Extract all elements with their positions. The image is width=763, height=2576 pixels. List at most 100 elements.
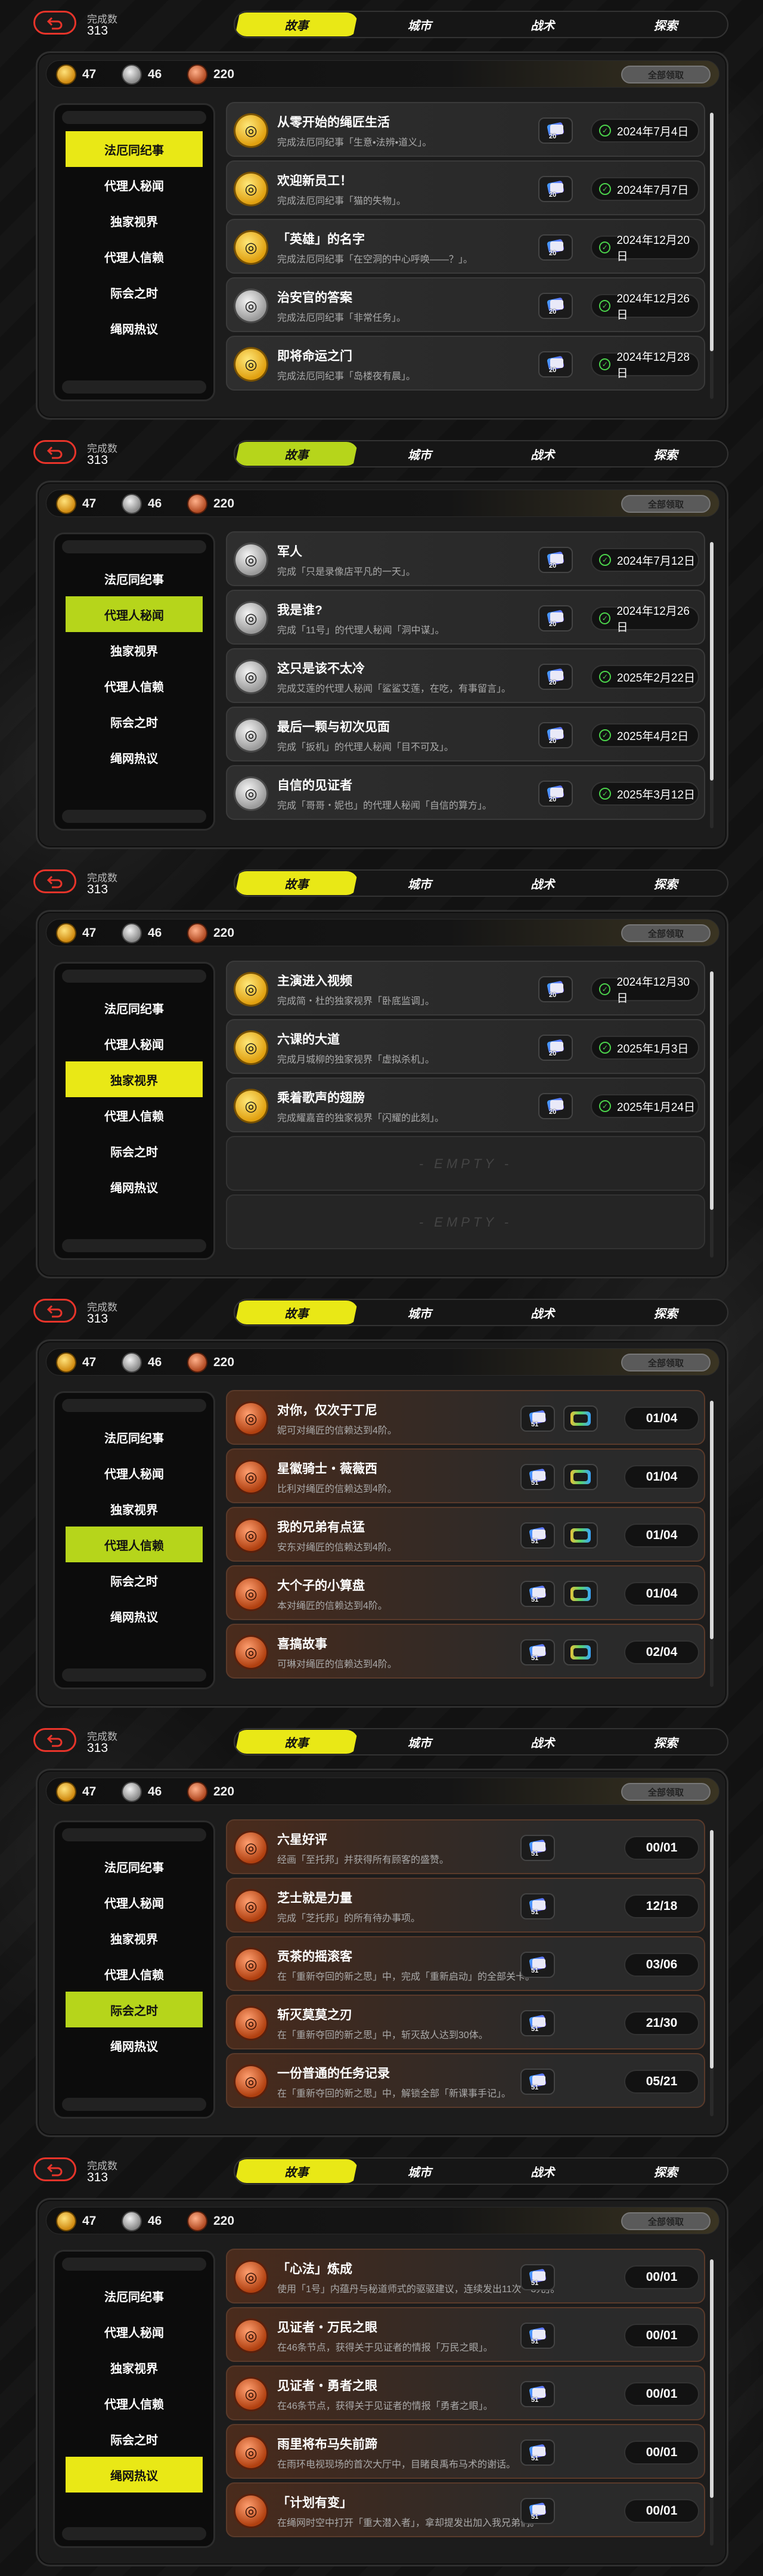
- category-item[interactable]: 独家视界: [66, 203, 203, 239]
- achievement-card[interactable]: ◎ 「心法」炼成 使用「1号」内蕴丹与秘道师式的驱驱建议，连续发出11次「3元」。 5…: [226, 2249, 705, 2303]
- tab-tactics[interactable]: 战术: [481, 2159, 604, 2183]
- claim-all-button[interactable]: 全部领取: [621, 1354, 711, 1371]
- tab-tactics[interactable]: 战术: [481, 13, 604, 36]
- tab-explore[interactable]: 探索: [604, 1730, 728, 1754]
- achievement-card[interactable]: ◎ 六课的大道 完成月城柳的独家视界「虚拟杀机」。 20 ✓ 2025年1月3日: [226, 1019, 705, 1074]
- category-item[interactable]: 际会之时: [66, 1992, 203, 2027]
- category-scroll-up[interactable]: [62, 2258, 206, 2271]
- achievement-card[interactable]: ◎ 贡茶的摇滚客 在「重新夺回的新之思」中，完成「重新启动」的全部关卡。 51 03/0…: [226, 1936, 705, 1991]
- achievement-card[interactable]: ◎ 欢迎新员工！ 完成法厄同纪事「猫的失物」。 20 ✓ 2024年7月7日: [226, 160, 705, 215]
- tab-story[interactable]: 故事: [235, 442, 358, 466]
- tab-story[interactable]: 故事: [235, 871, 358, 895]
- achievement-card[interactable]: ◎ 「英雄」的名字 完成法厄同纪事「在空洞的中心呼唤——？」。 20 ✓ 2024年12月…: [226, 219, 705, 274]
- category-item[interactable]: 绳网热议: [66, 2457, 203, 2493]
- achievement-card[interactable]: ◎ 大个子的小算盘 本对绳匠的信赖达到4阶。 51 01/04: [226, 1565, 705, 1620]
- category-item[interactable]: 法厄同纪事: [66, 1419, 203, 1455]
- achievement-card[interactable]: ◎ 芝士就是力量 完成「芝托邦」的所有待办事项。 51 12/18: [226, 1878, 705, 1933]
- list-scrollbar[interactable]: [710, 971, 714, 1258]
- back-button[interactable]: [33, 2157, 76, 2181]
- category-item[interactable]: 代理人信赖: [66, 1527, 203, 1562]
- scrollbar-thumb[interactable]: [710, 1401, 714, 1639]
- category-item[interactable]: 代理人信赖: [66, 239, 203, 274]
- achievement-card[interactable]: ◎ 一份普通的任务记录 在「重新夺回的新之思」中，解锁全部「新课事手记」。 51 05/…: [226, 2053, 705, 2108]
- scrollbar-thumb[interactable]: [710, 113, 714, 351]
- tab-story[interactable]: 故事: [235, 1301, 358, 1324]
- achievement-card[interactable]: ◎ 星徽骑士・薇薇西 比利对绳匠的信赖达到4阶。 51 01/04: [226, 1448, 705, 1503]
- scrollbar-thumb[interactable]: [710, 1830, 714, 2069]
- achievement-card[interactable]: ◎ 自信的见证者 完成「哥哥・妮也」的代理人秘闻「自信的算方」。 20 ✓ 2025年3月…: [226, 765, 705, 820]
- category-item[interactable]: 代理人秘闻: [66, 1455, 203, 1491]
- achievement-card[interactable]: ◎ 我的兄弟有点猛 安东对绳匠的信赖达到4阶。 51 01/04: [226, 1507, 705, 1562]
- category-item[interactable]: 代理人秘闻: [66, 167, 203, 203]
- category-item[interactable]: 绳网热议: [66, 2027, 203, 2063]
- category-item[interactable]: 独家视界: [66, 1920, 203, 1956]
- category-item[interactable]: 代理人信赖: [66, 1097, 203, 1133]
- category-scroll-down[interactable]: [62, 1239, 206, 1252]
- tab-tactics[interactable]: 战术: [481, 1301, 604, 1324]
- category-item[interactable]: 代理人信赖: [66, 668, 203, 704]
- achievement-card[interactable]: ◎ 治安官的答案 完成法厄同纪事「非常任务」。 20 ✓ 2024年12月26日: [226, 277, 705, 332]
- category-scroll-up[interactable]: [62, 970, 206, 983]
- achievement-card[interactable]: ◎ 军人 完成「只是录像店平凡的一天」。 20 ✓ 2024年7月12日: [226, 531, 705, 586]
- category-item[interactable]: 际会之时: [66, 274, 203, 310]
- tab-tactics[interactable]: 战术: [481, 1730, 604, 1754]
- back-button[interactable]: [33, 1299, 76, 1323]
- scrollbar-thumb[interactable]: [710, 542, 714, 781]
- achievement-card[interactable]: ◎ 从零开始的绳匠生活 完成法厄同纪事「生意•法辨•道义」。 20 ✓ 2024年7月4日: [226, 102, 705, 157]
- category-item[interactable]: 际会之时: [66, 2421, 203, 2457]
- category-item[interactable]: 绳网热议: [66, 739, 203, 775]
- category-item[interactable]: 际会之时: [66, 704, 203, 739]
- achievement-card[interactable]: ◎ 我是谁? 完成「11号」的代理人秘闻「洞中谋」。 20 ✓ 2024年12月26日: [226, 590, 705, 645]
- category-item[interactable]: 代理人秘闻: [66, 2314, 203, 2349]
- category-item[interactable]: 代理人信赖: [66, 1956, 203, 1992]
- category-scroll-up[interactable]: [62, 1828, 206, 1841]
- tab-explore[interactable]: 探索: [604, 13, 728, 36]
- category-item[interactable]: 代理人秘闻: [66, 1026, 203, 1061]
- tab-city[interactable]: 城市: [358, 871, 482, 895]
- category-item[interactable]: 绳网热议: [66, 310, 203, 346]
- claim-all-button[interactable]: 全部领取: [621, 66, 711, 83]
- category-scroll-down[interactable]: [62, 1668, 206, 1682]
- category-item[interactable]: 法厄同纪事: [66, 131, 203, 167]
- scrollbar-thumb[interactable]: [710, 971, 714, 1210]
- tab-explore[interactable]: 探索: [604, 871, 728, 895]
- tab-story[interactable]: 故事: [235, 2159, 358, 2183]
- category-item[interactable]: 法厄同纪事: [66, 2278, 203, 2314]
- achievement-card[interactable]: ◎ 六星好评 经画「至托邦」并获得所有顾客的盛赞。 51 00/01: [226, 1819, 705, 1874]
- list-scrollbar[interactable]: [710, 1830, 714, 2116]
- category-scroll-up[interactable]: [62, 1399, 206, 1412]
- achievement-card[interactable]: ◎ 见证者・万民之眼 在46条节点，获得关于见证者的情报「万民之眼」。 51 00/01: [226, 2307, 705, 2362]
- tab-city[interactable]: 城市: [358, 2159, 482, 2183]
- achievement-card[interactable]: ◎ 雨里将布马失前蹄 在雨环电视现场的首次大厅中，目睹良禹布马术的谢话。 51 00/0…: [226, 2424, 705, 2479]
- category-scroll-down[interactable]: [62, 380, 206, 394]
- category-scroll-up[interactable]: [62, 111, 206, 124]
- category-item[interactable]: 独家视界: [66, 2349, 203, 2385]
- category-scroll-down[interactable]: [62, 2527, 206, 2540]
- achievement-card[interactable]: ◎ 斩灭莫莫之刃 在「重新夺回的新之思」中，斩灭敌人达到30体。 51 21/30: [226, 1995, 705, 2049]
- tab-city[interactable]: 城市: [358, 1301, 482, 1324]
- category-scroll-down[interactable]: [62, 2098, 206, 2111]
- tab-explore[interactable]: 探索: [604, 442, 728, 466]
- category-item[interactable]: 代理人信赖: [66, 2385, 203, 2421]
- claim-all-button[interactable]: 全部领取: [621, 2212, 711, 2230]
- category-item[interactable]: 绳网热议: [66, 1598, 203, 1634]
- scrollbar-thumb[interactable]: [710, 2259, 714, 2498]
- tab-explore[interactable]: 探索: [604, 2159, 728, 2183]
- achievement-card[interactable]: ◎ 乘着歌声的翅膀 完成耀嘉音的独家视界「闪耀的此刻」。 20 ✓ 2025年1月24日: [226, 1078, 705, 1132]
- back-button[interactable]: [33, 440, 76, 464]
- tab-city[interactable]: 城市: [358, 442, 482, 466]
- back-button[interactable]: [33, 869, 76, 893]
- tab-story[interactable]: 故事: [235, 1730, 358, 1754]
- claim-all-button[interactable]: 全部领取: [621, 1783, 711, 1801]
- achievement-card[interactable]: ◎ 见证者・勇者之眼 在46条节点，获得关于见证者的情报「勇者之眼」。 51 00/01: [226, 2366, 705, 2420]
- achievement-card[interactable]: ◎ 「计划有变」 在绳网时空中打开「重大潜入者」，拿却提发出加入我兄弟们。 51 00/…: [226, 2482, 705, 2537]
- category-item[interactable]: 绳网热议: [66, 1169, 203, 1205]
- tab-tactics[interactable]: 战术: [481, 871, 604, 895]
- tab-explore[interactable]: 探索: [604, 1301, 728, 1324]
- category-scroll-down[interactable]: [62, 810, 206, 823]
- category-item[interactable]: 独家视界: [66, 1061, 203, 1097]
- category-item[interactable]: 代理人秘闻: [66, 596, 203, 632]
- claim-all-button[interactable]: 全部领取: [621, 495, 711, 513]
- achievement-card[interactable]: ◎ 喜搞故事 可琳对绳匠的信赖达到4阶。 51 02/04: [226, 1624, 705, 1679]
- category-item[interactable]: 法厄同纪事: [66, 561, 203, 596]
